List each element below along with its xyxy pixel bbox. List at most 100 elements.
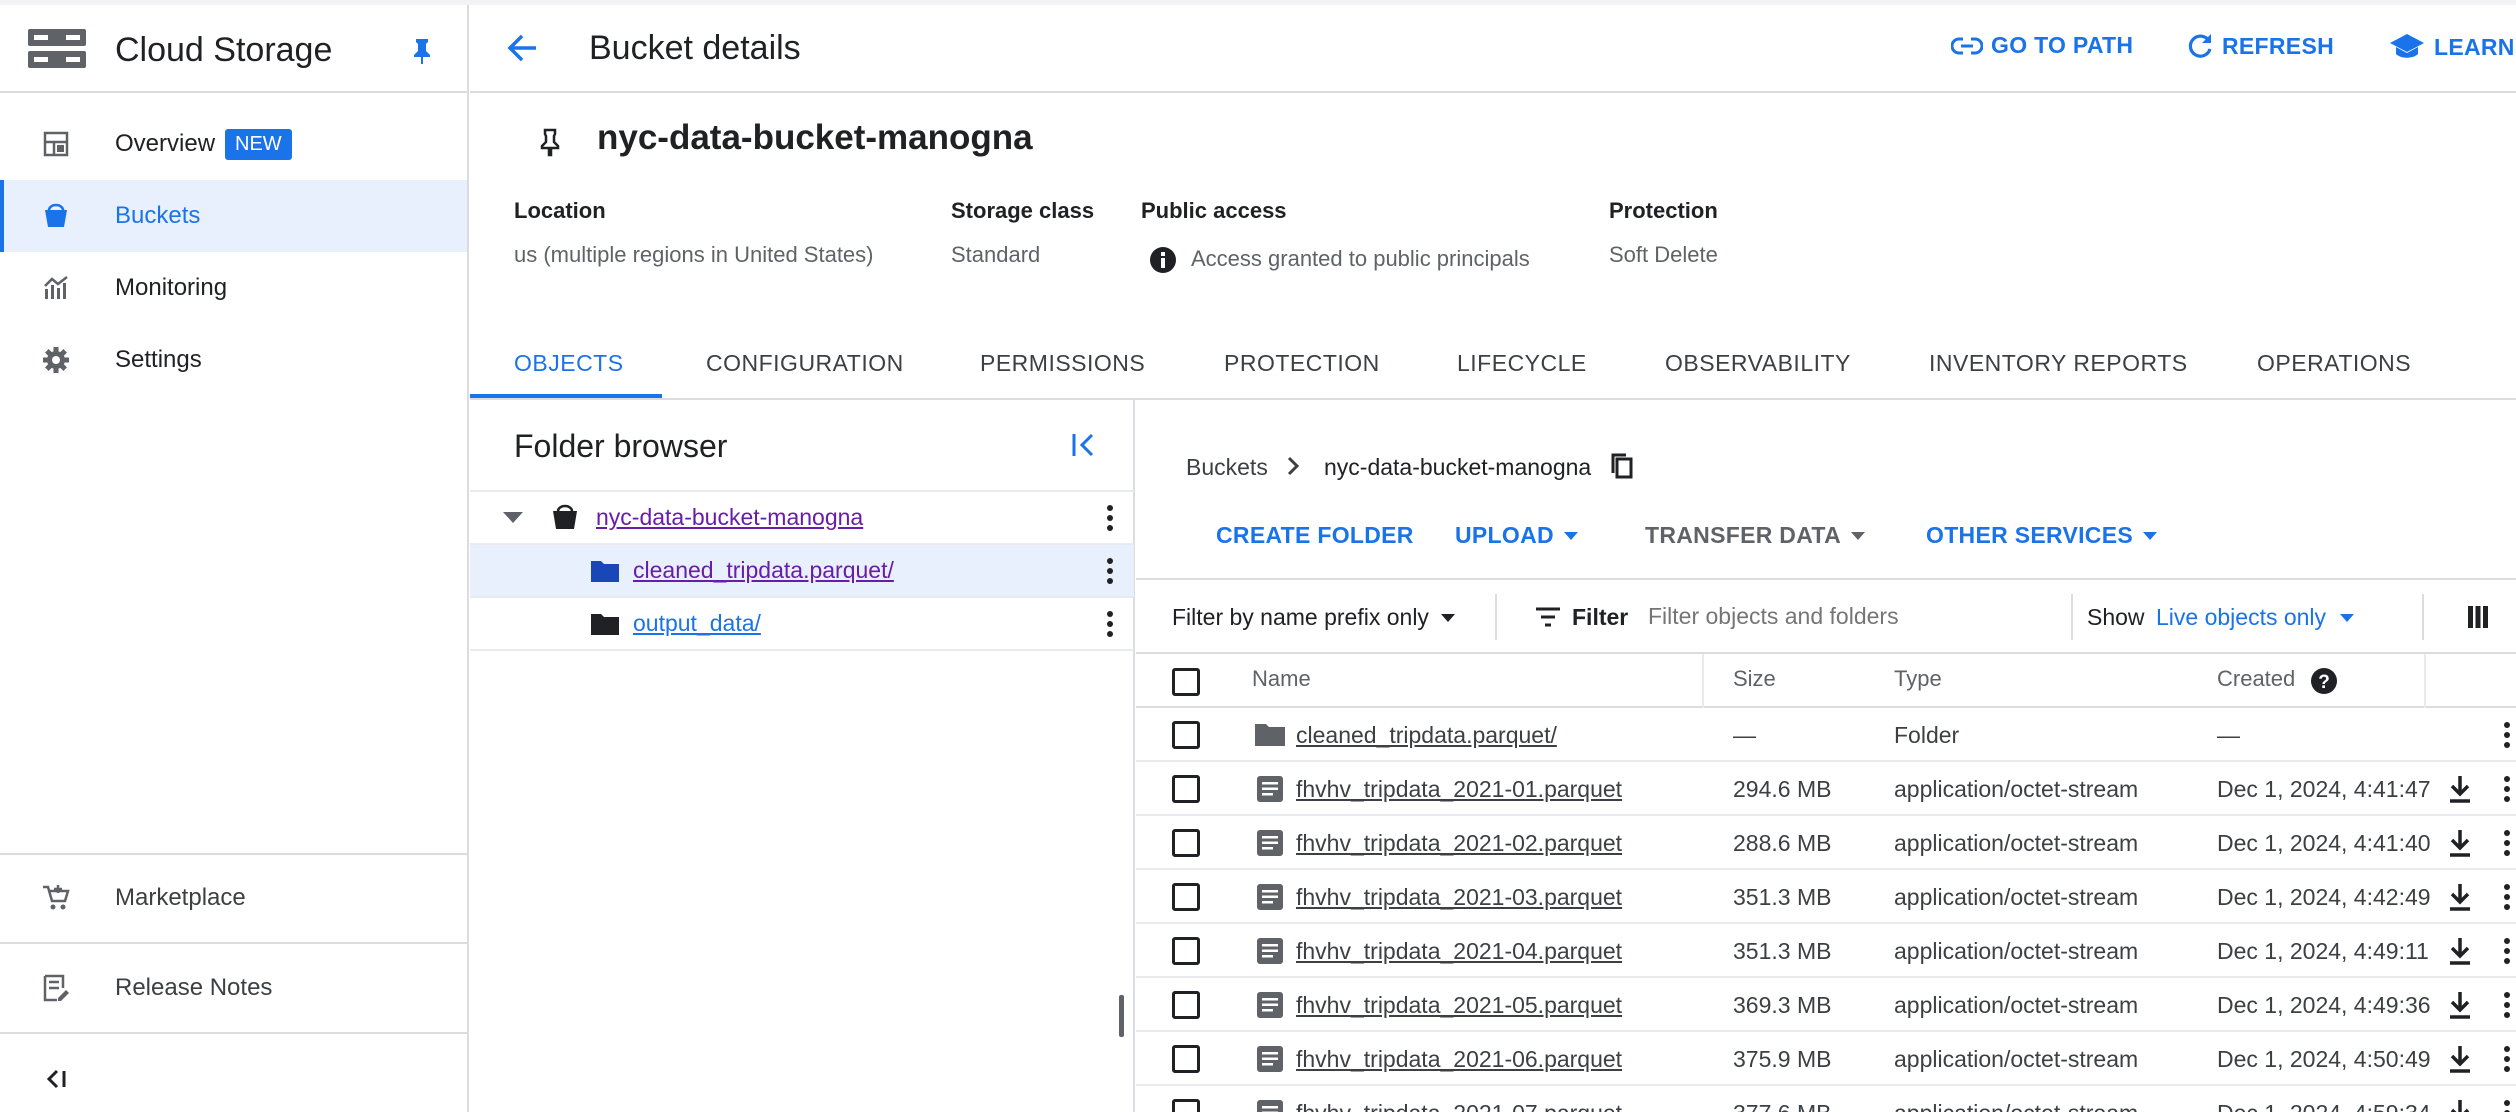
pin-outline-icon[interactable]	[539, 127, 561, 157]
row-checkbox[interactable]	[1172, 1099, 1200, 1112]
download-icon[interactable]	[2447, 882, 2473, 912]
download-icon[interactable]	[2447, 828, 2473, 858]
learn-button[interactable]: LEARN	[2388, 32, 2515, 62]
folder-tree-root-link[interactable]: nyc-data-bucket-manogna	[596, 504, 863, 531]
row-checkbox[interactable]	[1172, 883, 1200, 911]
tab-inventory-reports[interactable]: INVENTORY REPORTS	[1929, 350, 2188, 377]
column-header-created[interactable]: Created	[2217, 666, 2295, 692]
collapse-folder-browser-icon[interactable]	[1070, 431, 1098, 459]
breadcrumb-buckets-link[interactable]: Buckets	[1186, 454, 1268, 481]
table-row[interactable]: cleaned_tripdata.parquet/ — Folder —	[1136, 708, 2516, 762]
sidebar-item-release-notes[interactable]: Release Notes	[0, 952, 467, 1024]
other-services-label: OTHER SERVICES	[1926, 522, 2133, 548]
refresh-button[interactable]: REFRESH	[2186, 32, 2334, 60]
more-vert-icon[interactable]	[1107, 505, 1113, 531]
table-row[interactable]: fhvhv_tripdata_2021-02.parquet 288.6 MB …	[1136, 816, 2516, 870]
more-vert-icon[interactable]	[2504, 776, 2510, 802]
create-folder-button[interactable]: CREATE FOLDER	[1216, 522, 1414, 549]
table-row[interactable]: fhvhv_tripdata_2021-06.parquet 375.9 MB …	[1136, 1032, 2516, 1086]
more-vert-icon[interactable]	[2504, 1046, 2510, 1072]
go-to-path-button[interactable]: GO TO PATH	[1951, 32, 2133, 59]
download-icon[interactable]	[2447, 1044, 2473, 1074]
tab-lifecycle[interactable]: LIFECYCLE	[1457, 350, 1587, 377]
bucket-name: nyc-data-bucket-manogna	[597, 118, 1033, 157]
download-icon[interactable]	[2447, 1098, 2473, 1112]
object-name-link[interactable]: fhvhv_tripdata_2021-07.parquet	[1296, 1100, 1622, 1112]
column-header-size[interactable]: Size	[1733, 666, 1776, 692]
filter-input[interactable]	[1648, 596, 2068, 636]
object-name-link[interactable]: fhvhv_tripdata_2021-04.parquet	[1296, 938, 1622, 965]
sidebar-item-monitoring[interactable]: Monitoring	[0, 252, 467, 324]
column-header-type[interactable]: Type	[1894, 666, 1942, 692]
folder-tree-item[interactable]: cleaned_tripdata.parquet/	[470, 545, 1134, 598]
tab-objects[interactable]: OBJECTS	[514, 350, 624, 377]
object-name-link[interactable]: fhvhv_tripdata_2021-03.parquet	[1296, 884, 1622, 911]
row-checkbox[interactable]	[1172, 775, 1200, 803]
tab-configuration[interactable]: CONFIGURATION	[706, 350, 904, 377]
panel-resize-handle[interactable]	[1119, 995, 1124, 1037]
object-name-link[interactable]: cleaned_tripdata.parquet/	[1296, 722, 1557, 749]
folder-icon	[1255, 724, 1285, 746]
public-access-label: Public access	[1141, 198, 1287, 223]
expand-caret-icon[interactable]	[503, 512, 523, 523]
more-vert-icon[interactable]	[1107, 611, 1113, 637]
more-vert-icon[interactable]	[2504, 992, 2510, 1018]
copy-icon[interactable]	[1609, 452, 1635, 482]
more-vert-icon[interactable]	[2504, 1100, 2510, 1112]
back-arrow-icon[interactable]	[506, 33, 538, 63]
show-select[interactable]: Live objects only	[2156, 604, 2355, 631]
object-name-link[interactable]: fhvhv_tripdata_2021-01.parquet	[1296, 776, 1622, 803]
transfer-data-button[interactable]: TRANSFER DATA	[1645, 522, 1865, 549]
column-separator[interactable]	[1702, 654, 1704, 708]
sidebar-item-marketplace[interactable]: Marketplace	[0, 862, 467, 934]
row-checkbox[interactable]	[1172, 991, 1200, 1019]
bucket-icon	[38, 198, 74, 234]
folder-tree-root[interactable]: nyc-data-bucket-manogna	[470, 492, 1134, 545]
download-icon[interactable]	[2447, 990, 2473, 1020]
more-vert-icon[interactable]	[2504, 722, 2510, 748]
table-row[interactable]: fhvhv_tripdata_2021-03.parquet 351.3 MB …	[1136, 870, 2516, 924]
info-icon[interactable]	[1149, 246, 1177, 274]
tab-protection[interactable]: PROTECTION	[1224, 350, 1380, 377]
more-vert-icon[interactable]	[2504, 938, 2510, 964]
object-name-link[interactable]: fhvhv_tripdata_2021-06.parquet	[1296, 1046, 1622, 1073]
tab-observability[interactable]: OBSERVABILITY	[1665, 350, 1851, 377]
table-row[interactable]: fhvhv_tripdata_2021-01.parquet 294.6 MB …	[1136, 762, 2516, 816]
column-separator[interactable]	[2424, 654, 2426, 708]
more-vert-icon[interactable]	[1107, 558, 1113, 584]
table-row[interactable]: fhvhv_tripdata_2021-05.parquet 369.3 MB …	[1136, 978, 2516, 1032]
collapse-sidebar-icon[interactable]	[44, 1068, 68, 1090]
sidebar-item-label: Buckets	[115, 202, 201, 229]
protection-value: Soft Delete	[1609, 242, 1718, 267]
help-icon[interactable]: ?	[2310, 667, 2338, 695]
pin-icon[interactable]	[411, 37, 433, 65]
sidebar-item-overview[interactable]: Overview NEW	[0, 108, 467, 180]
table-row[interactable]: fhvhv_tripdata_2021-04.parquet 351.3 MB …	[1136, 924, 2516, 978]
folder-tree-item[interactable]: output_data/	[470, 598, 1134, 651]
column-display-icon[interactable]	[2467, 605, 2489, 629]
sidebar-item-settings[interactable]: Settings	[0, 324, 467, 396]
download-icon[interactable]	[2447, 774, 2473, 804]
upload-button[interactable]: UPLOAD	[1455, 522, 1578, 549]
file-icon	[1257, 884, 1283, 910]
folder-tree-item-link[interactable]: output_data/	[633, 610, 761, 637]
select-all-checkbox[interactable]	[1172, 668, 1200, 696]
table-row[interactable]: fhvhv_tripdata_2021-07.parquet 377.6 MB …	[1136, 1086, 2516, 1112]
tab-operations[interactable]: OPERATIONS	[2257, 350, 2411, 377]
more-vert-icon[interactable]	[2504, 884, 2510, 910]
more-vert-icon[interactable]	[2504, 830, 2510, 856]
sidebar-item-buckets[interactable]: Buckets	[0, 180, 467, 252]
tab-permissions[interactable]: PERMISSIONS	[980, 350, 1145, 377]
column-header-name[interactable]: Name	[1252, 666, 1311, 692]
object-name-link[interactable]: fhvhv_tripdata_2021-02.parquet	[1296, 830, 1622, 857]
folder-tree-item-link[interactable]: cleaned_tripdata.parquet/	[633, 557, 894, 584]
filter-prefix-select[interactable]: Filter by name prefix only	[1172, 604, 1455, 631]
row-checkbox[interactable]	[1172, 937, 1200, 965]
row-checkbox[interactable]	[1172, 721, 1200, 749]
download-icon[interactable]	[2447, 936, 2473, 966]
dropdown-caret-icon	[1563, 531, 1578, 540]
row-checkbox[interactable]	[1172, 1045, 1200, 1073]
other-services-button[interactable]: OTHER SERVICES	[1926, 522, 2157, 549]
object-name-link[interactable]: fhvhv_tripdata_2021-05.parquet	[1296, 992, 1622, 1019]
row-checkbox[interactable]	[1172, 829, 1200, 857]
